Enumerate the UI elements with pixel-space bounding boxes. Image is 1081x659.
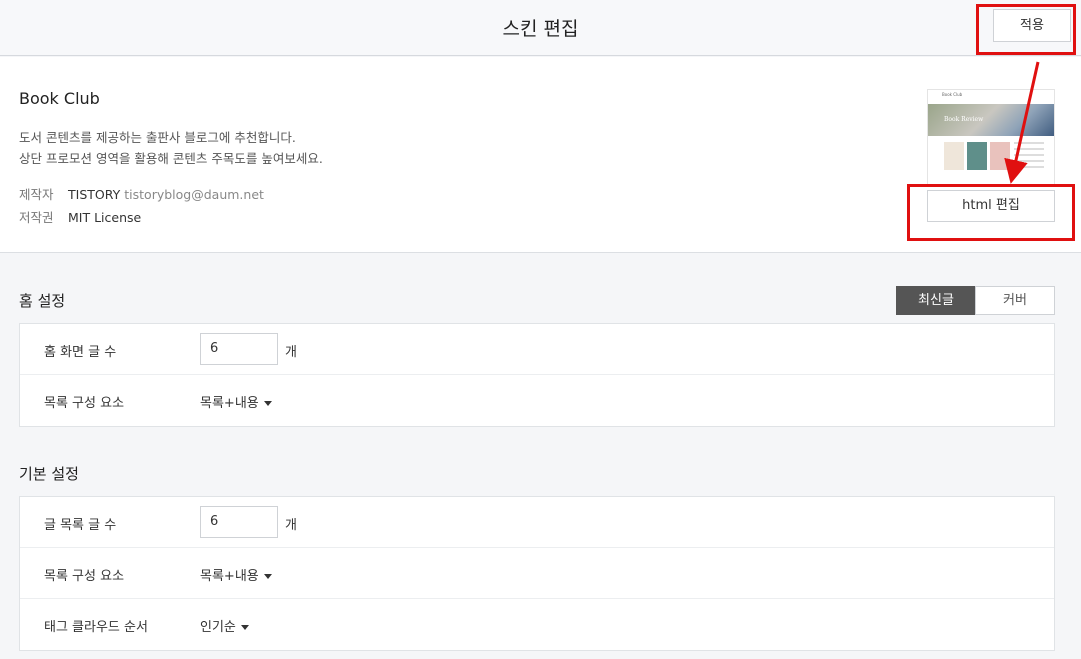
- license-row: 저작권 MIT License: [19, 207, 141, 226]
- author-email: tistoryblog@daum.net: [124, 187, 264, 202]
- thumbnail-card-1: [944, 142, 964, 170]
- thumbnail-hero-text: Book Review: [944, 116, 984, 123]
- tag-cloud-order-value: 인기순: [200, 620, 236, 635]
- home-post-count-input[interactable]: 6: [200, 333, 278, 365]
- thumbnail-text-lines: [1014, 142, 1044, 172]
- list-components-dropdown[interactable]: 목록+내용: [200, 565, 272, 584]
- home-list-components-label: 목록 구성 요소: [44, 396, 125, 411]
- thumbnail-title: Book Club: [942, 92, 963, 97]
- chevron-down-icon: [263, 401, 272, 406]
- home-list-components-dropdown[interactable]: 목록+내용: [200, 392, 272, 411]
- list-post-count-row: 글 목록 글 수 6 개: [20, 497, 1054, 548]
- skin-description: 도서 콘텐츠를 제공하는 출판사 블로그에 추천합니다. 상단 프로모션 영역을…: [19, 127, 323, 169]
- skin-name: Book Club: [19, 89, 100, 108]
- tag-cloud-order-row: 태그 클라우드 순서 인기순: [20, 599, 1054, 650]
- list-post-count-label: 글 목록 글 수: [44, 518, 117, 533]
- home-post-count-row: 홈 화면 글 수 6 개: [20, 324, 1054, 375]
- thumbnail-card-3: [990, 142, 1010, 170]
- skin-description-line-2: 상단 프로모션 영역을 활용해 콘텐츠 주목도를 높여보세요.: [19, 151, 323, 166]
- license-label: 저작권: [19, 210, 54, 225]
- author-label: 제작자: [19, 187, 54, 202]
- thumbnail-card-2: [967, 142, 987, 170]
- author-name: TISTORY: [68, 187, 121, 202]
- license-value: MIT License: [68, 210, 142, 225]
- list-components-label: 목록 구성 요소: [44, 569, 125, 584]
- page-title: 스킨 편집: [502, 18, 579, 40]
- home-list-components-value: 목록+내용: [200, 396, 259, 411]
- author-row: 제작자 TISTORY tistoryblog@daum.net: [19, 184, 264, 203]
- home-post-count-label: 홈 화면 글 수: [44, 345, 117, 360]
- top-header: 스킨 편집 적용: [0, 0, 1081, 56]
- home-list-components-row: 목록 구성 요소 목록+내용: [20, 375, 1054, 426]
- basic-settings-panel: 글 목록 글 수 6 개 목록 구성 요소 목록+내용 태그 클라우드 순서 인…: [19, 496, 1055, 651]
- thumbnail-topbar: Book Club: [928, 90, 1054, 104]
- home-settings-panel: 홈 화면 글 수 6 개 목록 구성 요소 목록+내용: [19, 323, 1055, 427]
- list-post-count-unit: 개: [285, 518, 297, 533]
- skin-description-line-1: 도서 콘텐츠를 제공하는 출판사 블로그에 추천합니다.: [19, 130, 296, 145]
- chevron-down-icon: [240, 625, 249, 630]
- basic-settings-title: 기본 설정: [19, 465, 79, 483]
- skin-thumbnail: Book Club Book Review: [927, 89, 1055, 187]
- chevron-down-icon: [263, 574, 272, 579]
- list-components-value: 목록+내용: [200, 569, 259, 584]
- toggle-cover[interactable]: 커버: [975, 286, 1055, 315]
- tag-cloud-order-dropdown[interactable]: 인기순: [200, 616, 249, 635]
- tag-cloud-order-label: 태그 클라우드 순서: [44, 620, 148, 635]
- list-post-count-input[interactable]: 6: [200, 506, 278, 538]
- html-edit-button[interactable]: html 편집: [927, 190, 1055, 222]
- list-components-row: 목록 구성 요소 목록+내용: [20, 548, 1054, 599]
- home-display-toggle: 최신글 커버: [896, 286, 1055, 315]
- home-post-count-unit: 개: [285, 345, 297, 360]
- toggle-latest-posts[interactable]: 최신글: [896, 286, 976, 315]
- apply-button[interactable]: 적용: [993, 9, 1071, 42]
- thumbnail-hero: Book Review: [928, 104, 1054, 136]
- home-settings-title: 홈 설정: [19, 292, 66, 310]
- skin-info-panel: Book Club 도서 콘텐츠를 제공하는 출판사 블로그에 추천합니다. 상…: [0, 57, 1081, 253]
